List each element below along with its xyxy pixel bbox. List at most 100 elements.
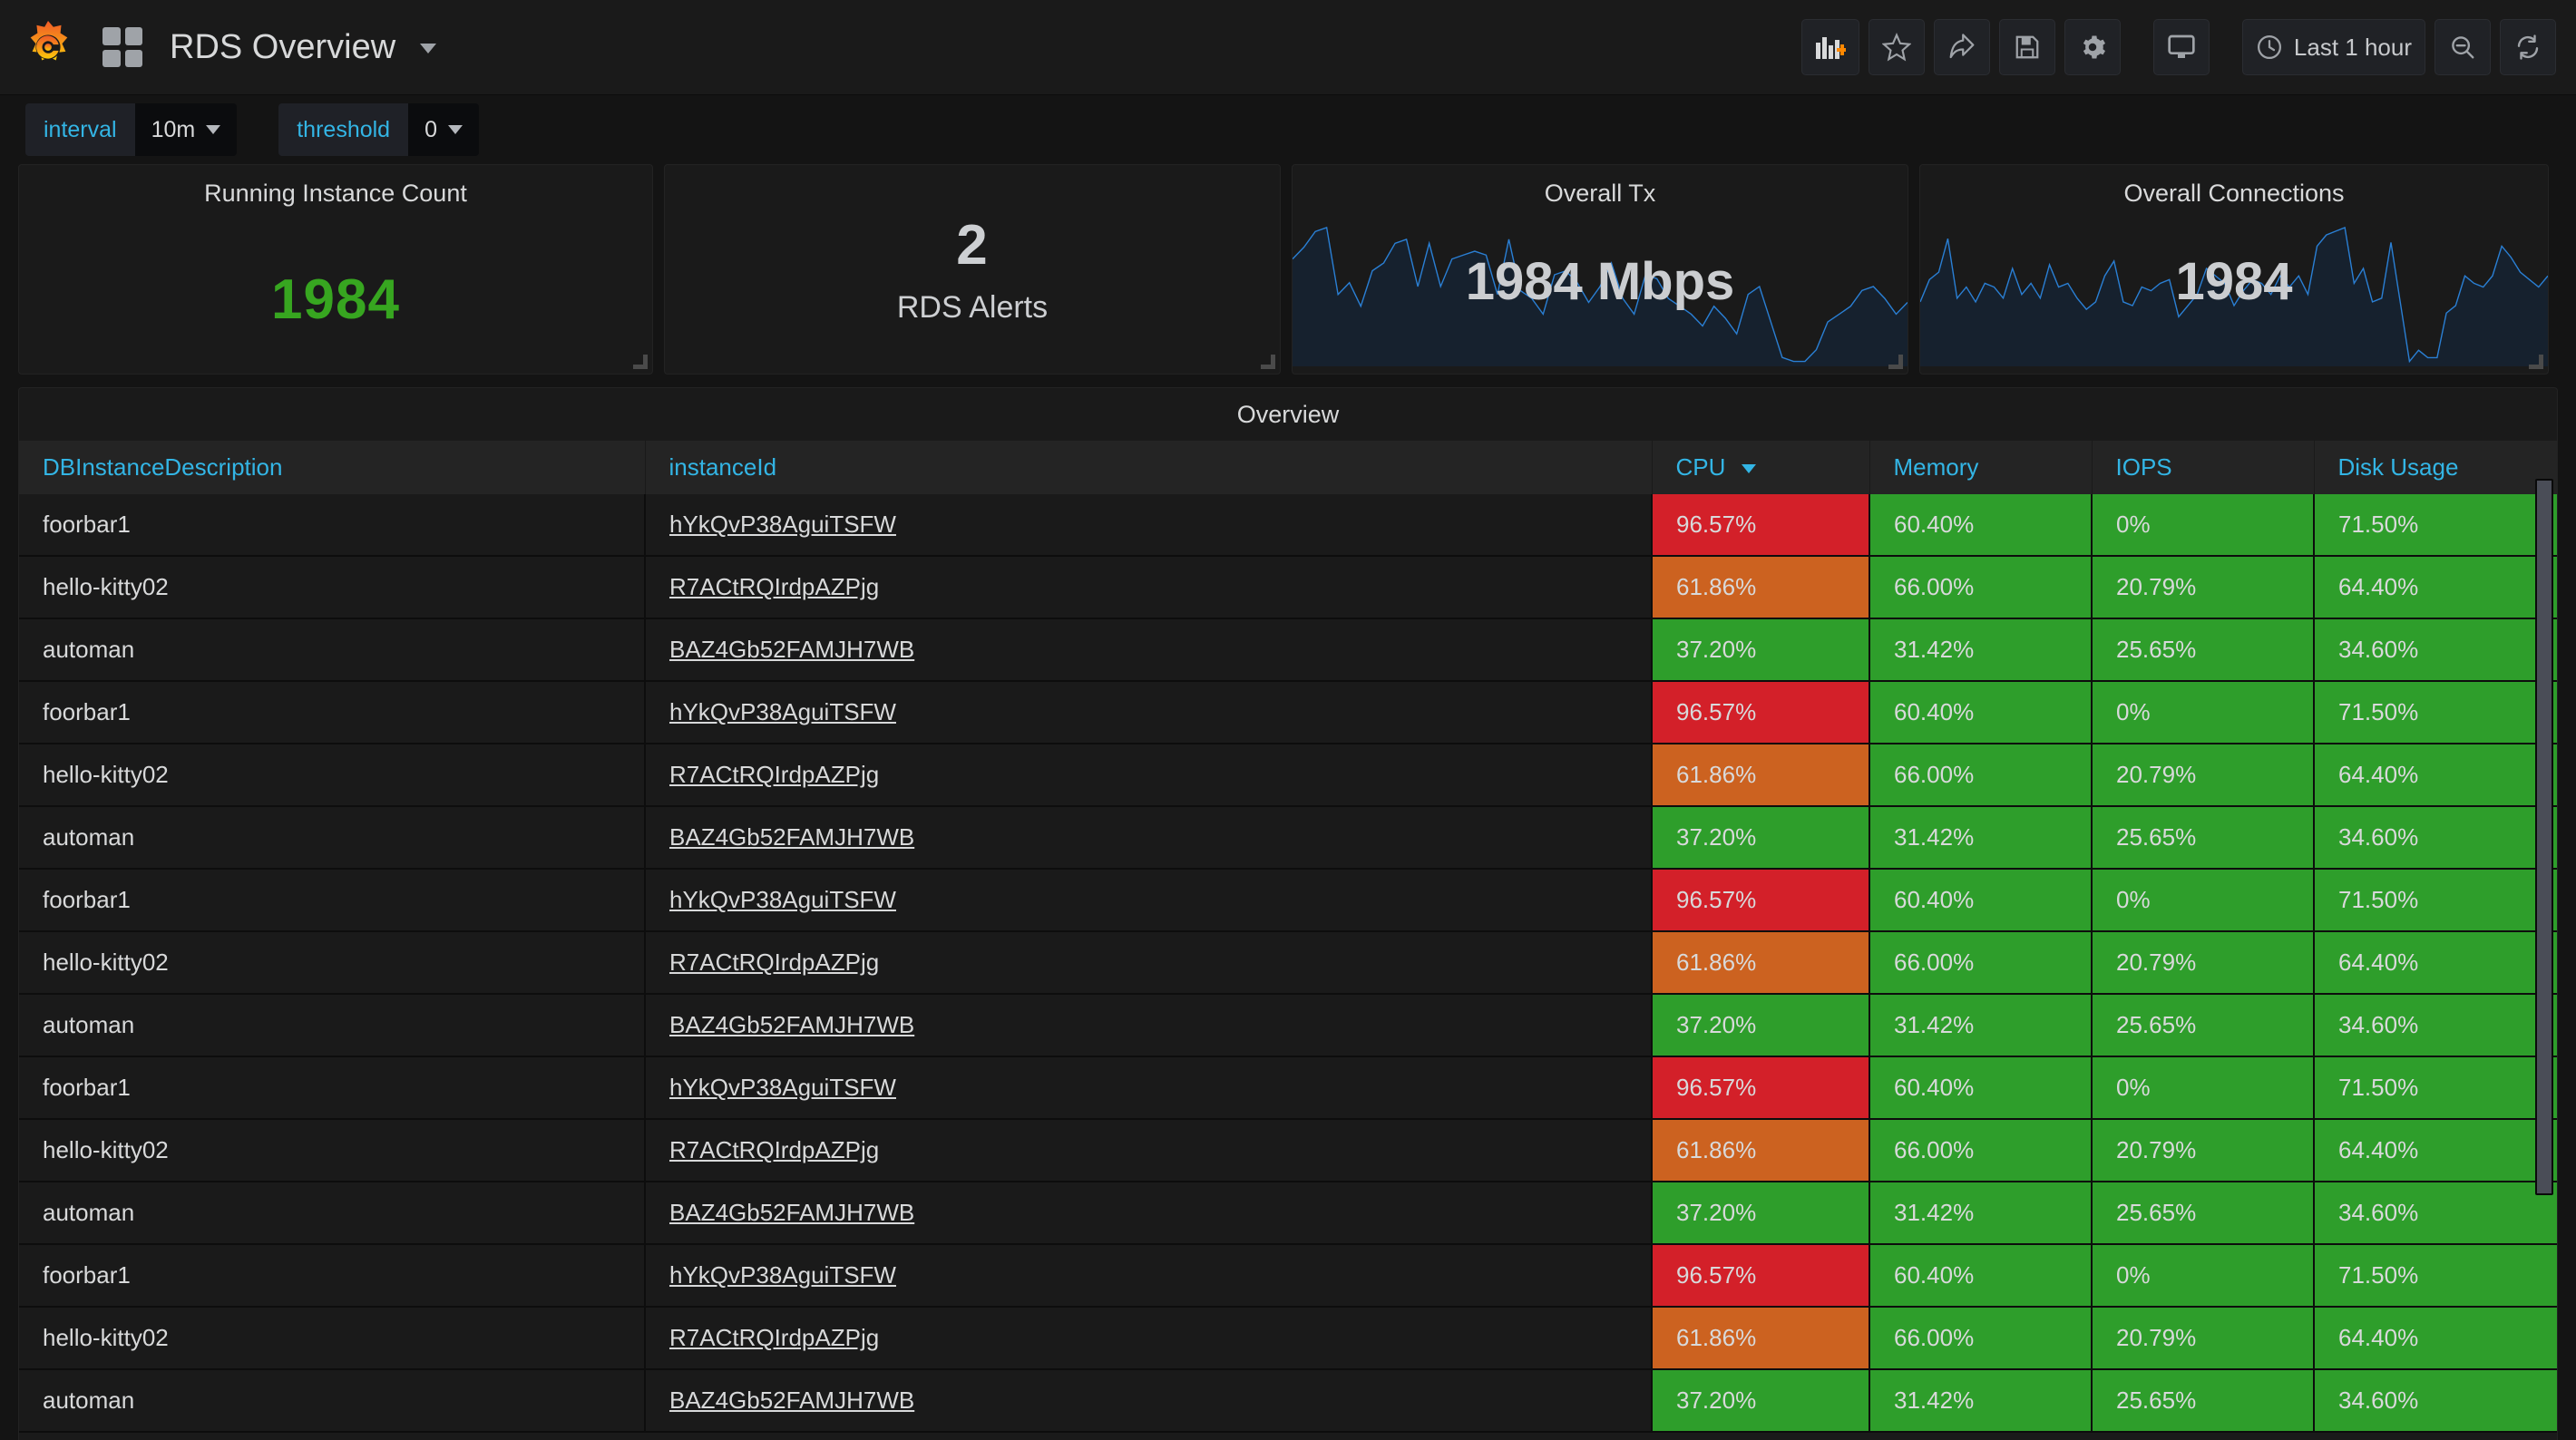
instance-link[interactable]: BAZ4Gb52FAMJH7WB (669, 1011, 914, 1038)
variable-interval-label: interval (25, 103, 135, 156)
instance-link[interactable]: R7ACtRQIrdpAZPjg (669, 1136, 879, 1163)
cell-iops: 0% (2092, 1244, 2314, 1307)
table-row[interactable]: hello-kitty02R7ACtRQIrdpAZPjg61.86%66.00… (19, 556, 2557, 618)
cell-instanceid[interactable]: hYkQvP38AguiTSFW (645, 681, 1652, 744)
cell-cpu: 37.20% (1652, 618, 1869, 681)
variable-interval-dropdown[interactable]: 10m (135, 103, 238, 156)
instance-link[interactable]: R7ACtRQIrdpAZPjg (669, 761, 879, 788)
cell-cpu: 96.57% (1652, 869, 1869, 931)
table-row[interactable]: hello-kitty02R7ACtRQIrdpAZPjg61.86%66.00… (19, 744, 2557, 806)
table-row[interactable]: foorbar1hYkQvP38AguiTSFW96.57%60.40%0%71… (19, 494, 2557, 556)
column-header-cpu[interactable]: CPU (1652, 441, 1869, 494)
cell-instanceid[interactable]: BAZ4Gb52FAMJH7WB (645, 994, 1652, 1056)
stat-subtitle: RDS Alerts (897, 290, 1048, 326)
table-row[interactable]: hello-kitty02R7ACtRQIrdpAZPjg61.86%66.00… (19, 1307, 2557, 1369)
add-panel-button[interactable] (1801, 19, 1859, 75)
instance-link[interactable]: BAZ4Gb52FAMJH7WB (669, 636, 914, 663)
column-header-dbinstancedescription[interactable]: DBInstanceDescription (19, 441, 645, 494)
cell-iops: 20.79% (2092, 931, 2314, 994)
cell-instanceid[interactable]: hYkQvP38AguiTSFW (645, 869, 1652, 931)
sparkline-area (1293, 228, 1908, 366)
table-row[interactable]: foorbar1hYkQvP38AguiTSFW96.57%60.40%0%71… (19, 869, 2557, 931)
cell-dbinstancedescription: foorbar1 (19, 494, 645, 556)
table-row[interactable]: hello-kitty02R7ACtRQIrdpAZPjg61.86%66.00… (19, 931, 2557, 994)
page-title: RDS Overview (170, 28, 395, 66)
favorite-button[interactable] (1869, 19, 1925, 75)
column-header-iops[interactable]: IOPS (2092, 441, 2314, 494)
instance-link[interactable]: R7ACtRQIrdpAZPjg (669, 949, 879, 976)
cell-instanceid[interactable]: BAZ4Gb52FAMJH7WB (645, 806, 1652, 869)
cell-iops: 25.65% (2092, 994, 2314, 1056)
cell-iops: 25.65% (2092, 1369, 2314, 1432)
cell-memory: 66.00% (1869, 1119, 2092, 1182)
panel-overview-table: Overview DBInstanceDescription instanceI… (18, 387, 2558, 1440)
table-row[interactable]: foorbar1hYkQvP38AguiTSFW96.57%60.40%0%71… (19, 1244, 2557, 1307)
cell-instanceid[interactable]: hYkQvP38AguiTSFW (645, 1056, 1652, 1119)
panel-rds-alerts[interactable]: 2 RDS Alerts (664, 164, 1281, 375)
cell-dbinstancedescription: foorbar1 (19, 869, 645, 931)
overview-table: DBInstanceDescription instanceId CPU Mem… (19, 441, 2557, 1433)
table-scroll-container[interactable]: DBInstanceDescription instanceId CPU Mem… (19, 441, 2557, 1440)
cell-memory: 60.40% (1869, 681, 2092, 744)
cell-cpu: 37.20% (1652, 1182, 1869, 1244)
instance-link[interactable]: hYkQvP38AguiTSFW (669, 511, 896, 538)
instance-link[interactable]: BAZ4Gb52FAMJH7WB (669, 823, 914, 851)
column-header-memory[interactable]: Memory (1869, 441, 2092, 494)
cell-cpu: 96.57% (1652, 1056, 1869, 1119)
kiosk-button[interactable] (2153, 19, 2210, 75)
panel-running-instance-count[interactable]: Running Instance Count 1984 (18, 164, 653, 375)
instance-link[interactable]: hYkQvP38AguiTSFW (669, 698, 896, 725)
cell-iops: 0% (2092, 681, 2314, 744)
cell-instanceid[interactable]: R7ACtRQIrdpAZPjg (645, 1307, 1652, 1369)
cell-instanceid[interactable]: R7ACtRQIrdpAZPjg (645, 1119, 1652, 1182)
share-button[interactable] (1934, 19, 1990, 75)
cell-instanceid[interactable]: hYkQvP38AguiTSFW (645, 1244, 1652, 1307)
cell-dbinstancedescription: hello-kitty02 (19, 931, 645, 994)
table-row[interactable]: automanBAZ4Gb52FAMJH7WB37.20%31.42%25.65… (19, 1182, 2557, 1244)
table-row[interactable]: automanBAZ4Gb52FAMJH7WB37.20%31.42%25.65… (19, 994, 2557, 1056)
grafana-logo-icon[interactable] (0, 0, 95, 95)
variable-threshold-dropdown[interactable]: 0 (408, 103, 479, 156)
instance-link[interactable]: BAZ4Gb52FAMJH7WB (669, 1199, 914, 1226)
dashboard-grid-icon[interactable] (102, 27, 142, 67)
cell-instanceid[interactable]: BAZ4Gb52FAMJH7WB (645, 1182, 1652, 1244)
sparkline-area (1920, 228, 2548, 366)
panel-overall-tx[interactable]: Overall Tx 1984 Mbps (1292, 164, 1908, 375)
column-header-instanceid[interactable]: instanceId (645, 441, 1652, 494)
table-vertical-scrollbar[interactable] (2535, 479, 2553, 1195)
cell-iops: 20.79% (2092, 556, 2314, 618)
cell-disk-usage: 71.50% (2314, 681, 2557, 744)
instance-link[interactable]: R7ACtRQIrdpAZPjg (669, 573, 879, 600)
time-picker-button[interactable]: Last 1 hour (2242, 19, 2425, 75)
settings-button[interactable] (2064, 19, 2121, 75)
cell-instanceid[interactable]: hYkQvP38AguiTSFW (645, 494, 1652, 556)
table-row[interactable]: hello-kitty02R7ACtRQIrdpAZPjg61.86%66.00… (19, 1119, 2557, 1182)
table-row[interactable]: foorbar1hYkQvP38AguiTSFW96.57%60.40%0%71… (19, 1056, 2557, 1119)
save-button[interactable] (1999, 19, 2055, 75)
cell-cpu: 96.57% (1652, 681, 1869, 744)
monitor-icon (2167, 34, 2196, 61)
table-row[interactable]: automanBAZ4Gb52FAMJH7WB37.20%31.42%25.65… (19, 618, 2557, 681)
cell-dbinstancedescription: foorbar1 (19, 1056, 645, 1119)
instance-link[interactable]: BAZ4Gb52FAMJH7WB (669, 1386, 914, 1414)
cell-instanceid[interactable]: R7ACtRQIrdpAZPjg (645, 556, 1652, 618)
table-row[interactable]: automanBAZ4Gb52FAMJH7WB37.20%31.42%25.65… (19, 1369, 2557, 1432)
dashboard-title-menu[interactable]: RDS Overview (170, 28, 436, 67)
instance-link[interactable]: hYkQvP38AguiTSFW (669, 886, 896, 913)
column-header-diskusage[interactable]: Disk Usage (2314, 441, 2557, 494)
table-row[interactable]: automanBAZ4Gb52FAMJH7WB37.20%31.42%25.65… (19, 806, 2557, 869)
cell-instanceid[interactable]: R7ACtRQIrdpAZPjg (645, 931, 1652, 994)
cell-instanceid[interactable]: BAZ4Gb52FAMJH7WB (645, 618, 1652, 681)
table-row[interactable]: foorbar1hYkQvP38AguiTSFW96.57%60.40%0%71… (19, 681, 2557, 744)
instance-link[interactable]: R7ACtRQIrdpAZPjg (669, 1324, 879, 1351)
instance-link[interactable]: hYkQvP38AguiTSFW (669, 1261, 896, 1289)
cell-cpu: 61.86% (1652, 744, 1869, 806)
panel-overall-connections[interactable]: Overall Connections 1984 (1919, 164, 2549, 375)
cell-instanceid[interactable]: R7ACtRQIrdpAZPjg (645, 744, 1652, 806)
cell-cpu: 96.57% (1652, 1244, 1869, 1307)
cell-instanceid[interactable]: BAZ4Gb52FAMJH7WB (645, 1369, 1652, 1432)
refresh-button[interactable] (2500, 19, 2556, 75)
instance-link[interactable]: hYkQvP38AguiTSFW (669, 1074, 896, 1101)
cell-dbinstancedescription: hello-kitty02 (19, 1307, 645, 1369)
zoom-out-button[interactable] (2435, 19, 2491, 75)
